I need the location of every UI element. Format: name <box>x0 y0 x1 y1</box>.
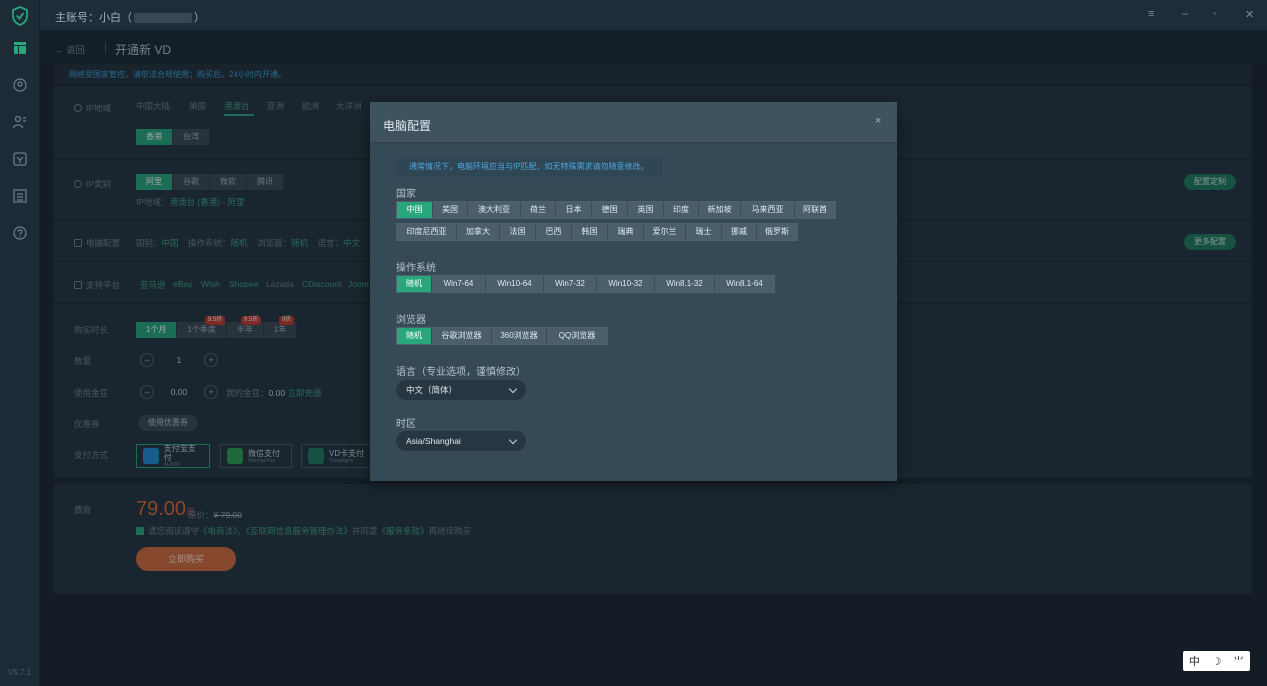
browser-chrome[interactable]: 谷歌浏览器 <box>432 328 492 344</box>
country-germany[interactable]: 德国 <box>592 202 628 218</box>
redacted-account-id <box>134 13 192 24</box>
country-russia[interactable]: 俄罗斯 <box>757 224 797 240</box>
language-select-value: 中文（简体） <box>406 385 458 395</box>
country-netherlands[interactable]: 荷兰 <box>521 202 556 218</box>
moon-icon[interactable]: ☽ <box>1212 655 1222 668</box>
timezone-section-label: 时区 <box>396 419 416 430</box>
country-usa[interactable]: 美国 <box>433 202 468 218</box>
country-malaysia[interactable]: 马来西亚 <box>741 202 795 218</box>
country-ireland[interactable]: 爱尔兰 <box>644 224 686 240</box>
country-canada[interactable]: 加拿大 <box>457 224 500 240</box>
chevron-down-icon <box>508 435 518 444</box>
browser-section-label: 浏览器 <box>396 315 426 326</box>
os-win8-1-32[interactable]: Win8.1-32 <box>655 276 715 292</box>
close-icon[interactable]: ✕ <box>1245 8 1254 21</box>
country-china[interactable]: 中国 <box>397 202 433 218</box>
left-rail: V5.7.1 <box>0 0 40 686</box>
ime-chinese-mode[interactable]: 中 <box>1189 653 1200 669</box>
ime-punctuation[interactable]: ⺌ <box>1233 653 1244 669</box>
pc-config-dialog: 电脑配置 × 通常情况下，电脑环境应当与IP匹配，如无特殊需求请勿随意修改。 国… <box>370 102 897 481</box>
country-brazil[interactable]: 巴西 <box>536 224 572 240</box>
browser-random[interactable]: 随机 <box>397 328 432 344</box>
country-france[interactable]: 法国 <box>500 224 536 240</box>
language-select[interactable]: 中文（简体） <box>396 380 526 400</box>
title-bar: 主账号：小白（ ） ≡ – ▫ ✕ <box>40 0 1267 30</box>
chevron-down-icon <box>508 384 518 393</box>
browser-qq[interactable]: QQ浏览器 <box>547 328 607 344</box>
country-korea[interactable]: 韩国 <box>572 224 608 240</box>
country-norway[interactable]: 挪威 <box>722 224 757 240</box>
language-section-label: 语言（专业选项，谨慎修改） <box>396 367 526 378</box>
country-selector-row2: 印度尼西亚 加拿大 法国 巴西 韩国 瑞典 爱尔兰 瑞士 挪威 俄罗斯 <box>396 223 798 241</box>
os-win10-32[interactable]: Win10-32 <box>597 276 655 292</box>
os-win10-64[interactable]: Win10-64 <box>486 276 544 292</box>
country-singapore[interactable]: 新加坡 <box>699 202 741 218</box>
os-selector: 随机 Win7-64 Win10-64 Win7-32 Win10-32 Win… <box>396 275 775 293</box>
os-win7-64[interactable]: Win7-64 <box>432 276 486 292</box>
os-win7-32[interactable]: Win7-32 <box>544 276 597 292</box>
dialog-header: 电脑配置 × <box>370 102 897 143</box>
help-icon[interactable] <box>12 225 28 241</box>
account-suffix: ） <box>194 12 205 24</box>
app-window: V5.7.1 主账号：小白（） ≡ – ▫ ✕ ← 返回 开通新 VD 网络受国… <box>0 0 1267 686</box>
os-section-label: 操作系统 <box>396 263 436 274</box>
close-icon[interactable]: × <box>875 115 881 127</box>
user-circle-icon[interactable] <box>12 77 28 93</box>
dashboard-icon[interactable] <box>12 40 28 56</box>
account-label: 主账号：小白（ <box>55 12 132 24</box>
list-icon[interactable] <box>12 188 28 204</box>
country-section-label: 国家 <box>396 189 416 200</box>
country-australia[interactable]: 澳大利亚 <box>468 202 521 218</box>
country-sweden[interactable]: 瑞典 <box>608 224 644 240</box>
menu-icon[interactable]: ≡ <box>1148 8 1154 20</box>
version-label: V5.7.1 <box>8 668 32 677</box>
wallet-icon[interactable] <box>12 151 28 167</box>
dialog-tip: 通常情况下，电脑环境应当与IP匹配，如无特殊需求请勿随意修改。 <box>396 157 662 177</box>
dialog-title: 电脑配置 <box>383 119 432 133</box>
country-selector-row1: 中国 美国 澳大利亚 荷兰 日本 德国 英国 印度 新加坡 马来西亚 阿联酋 <box>396 201 836 219</box>
country-uae[interactable]: 阿联酋 <box>795 202 835 218</box>
shield-logo-icon <box>12 6 28 26</box>
os-random[interactable]: 随机 <box>397 276 432 292</box>
users-icon[interactable] <box>12 114 28 130</box>
browser-360[interactable]: 360浏览器 <box>492 328 547 344</box>
minimize-icon[interactable]: – <box>1182 8 1188 20</box>
account-info: 主账号：小白（ ） <box>55 9 205 25</box>
os-win8-1-64[interactable]: Win8.1-64 <box>715 276 774 292</box>
browser-selector: 随机 谷歌浏览器 360浏览器 QQ浏览器 <box>396 327 608 345</box>
timezone-select-value: Asia/Shanghai <box>406 436 461 446</box>
country-india[interactable]: 印度 <box>664 202 699 218</box>
country-indonesia[interactable]: 印度尼西亚 <box>397 224 457 240</box>
timezone-select[interactable]: Asia/Shanghai <box>396 431 526 451</box>
country-switzerland[interactable]: 瑞士 <box>686 224 722 240</box>
country-japan[interactable]: 日本 <box>556 202 592 218</box>
ime-toolbar[interactable]: 中 ☽ ⺌ <box>1183 651 1250 671</box>
country-uk[interactable]: 英国 <box>628 202 664 218</box>
restore-icon[interactable]: ▫ <box>1213 8 1216 18</box>
